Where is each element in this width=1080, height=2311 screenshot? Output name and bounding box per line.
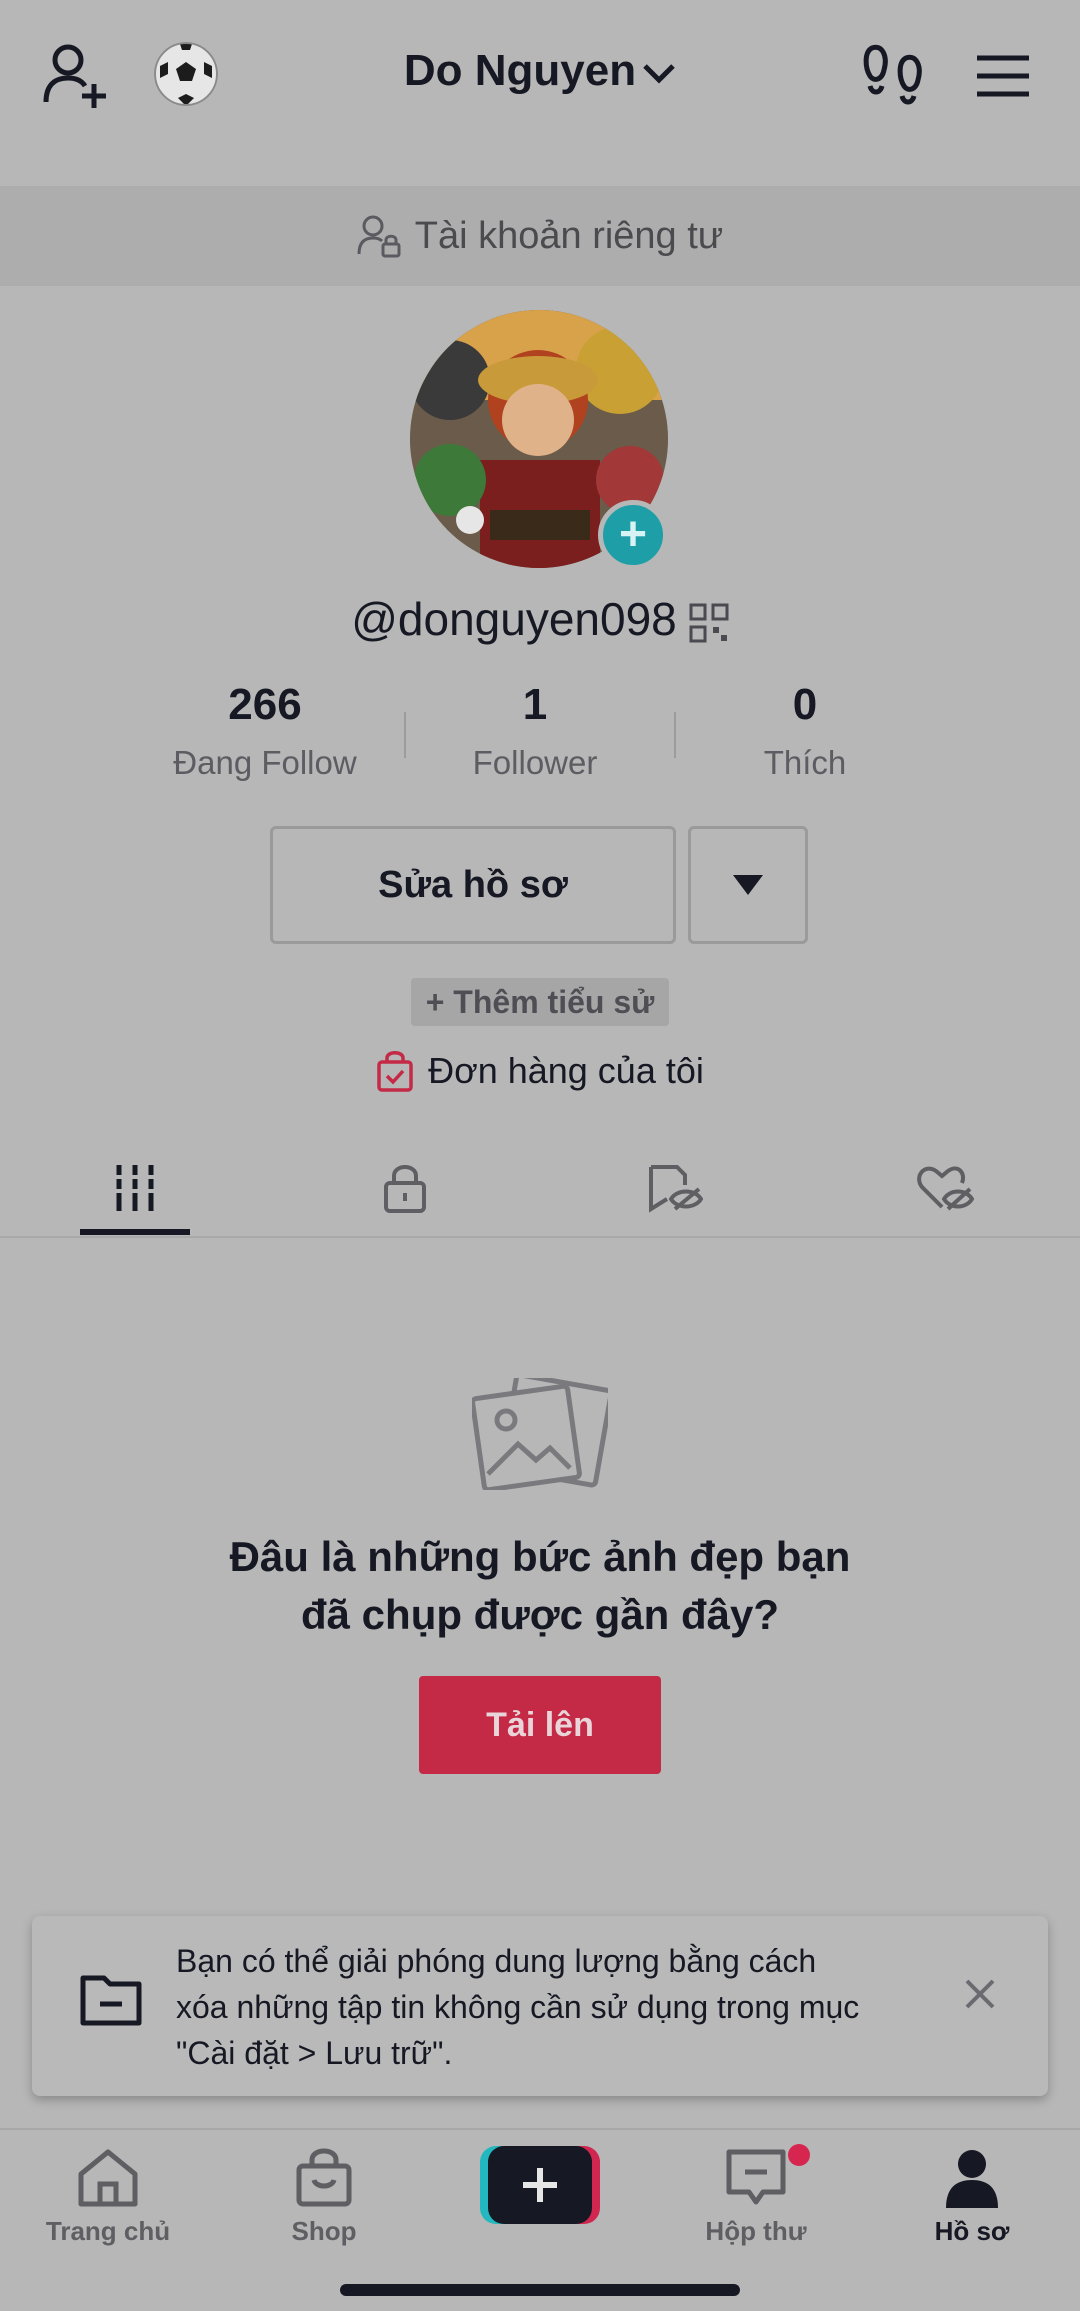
stat-divider: [674, 712, 676, 758]
my-orders-link[interactable]: Đơn hàng của tôi: [0, 1046, 1080, 1096]
nav-inbox[interactable]: Hộp thư: [656, 2148, 856, 2247]
add-avatar-button[interactable]: +: [598, 500, 668, 570]
empty-state-line-1: Đâu là những bức ảnh đẹp bạn: [229, 1533, 851, 1580]
top-bar: Do Nguyen: [0, 0, 1080, 150]
toast-line-1: Bạn có thể giải phóng dung lượng bằng cá…: [176, 1943, 817, 1979]
upload-button[interactable]: Tải lên: [419, 1676, 661, 1774]
nav-home-label: Trang chủ: [45, 2216, 171, 2246]
profile-handle-row: @donguyen098: [0, 592, 1080, 646]
tabs-divider: [0, 1236, 1080, 1238]
stat-likes[interactable]: 0 Thích: [670, 680, 940, 790]
private-account-banner: Tài khoản riêng tư: [0, 186, 1080, 286]
stat-followers[interactable]: 1 Follower: [400, 680, 670, 790]
tab-hidden[interactable]: [540, 1140, 810, 1236]
photos-icon: [472, 1378, 608, 1490]
nav-profile[interactable]: Hồ sơ: [872, 2148, 1072, 2247]
caret-down-icon: [733, 875, 763, 895]
private-account-text: Tài khoản riêng tư: [414, 214, 724, 257]
nav-profile-label: Hồ sơ: [934, 2216, 1010, 2246]
empty-state-line-2: đã chụp được gần đây?: [301, 1591, 779, 1638]
tab-private[interactable]: [270, 1140, 540, 1236]
empty-state-title: Đâu là những bức ảnh đẹp bạn đã chụp đượ…: [140, 1528, 940, 1644]
toast-message: Bạn có thể giải phóng dung lượng bằng cá…: [176, 1938, 956, 2076]
shopping-bag-icon: [377, 1051, 413, 1092]
stat-value: 0: [792, 680, 818, 729]
stat-divider: [404, 712, 406, 758]
account-name: Do Nguyen: [403, 46, 637, 95]
active-tab-indicator: [80, 1229, 190, 1235]
close-icon[interactable]: [964, 1978, 996, 2010]
nav-shop-label: Shop: [291, 2216, 357, 2246]
my-orders-label: Đơn hàng của tôi: [428, 1050, 704, 1091]
profile-icon: [946, 2150, 998, 2208]
footprints-icon[interactable]: [862, 42, 922, 108]
private-account-icon: [357, 215, 401, 258]
shop-bag-icon: [296, 2148, 352, 2207]
home-indicator: [340, 2284, 740, 2296]
nav-inbox-label: Hộp thư: [705, 2216, 807, 2246]
profile-handle: @donguyen098: [351, 593, 677, 645]
toast-line-2: xóa những tập tin không cần sử dụng tron…: [176, 1989, 860, 2025]
stat-value: 266: [228, 680, 302, 729]
profile-stats: 266 Đang Follow 1 Follower 0 Thích: [130, 680, 940, 790]
tab-videos[interactable]: [0, 1140, 270, 1236]
menu-icon[interactable]: [975, 54, 1031, 98]
chevron-down-icon: [643, 64, 675, 84]
toast-line-3: "Cài đặt > Lưu trữ".: [176, 2035, 453, 2071]
add-bio-button[interactable]: + Thêm tiểu sử: [411, 978, 669, 1026]
stat-label: Đang Follow: [173, 744, 357, 781]
hidden-posts-icon: [649, 1165, 703, 1213]
storage-toast: Bạn có thể giải phóng dung lượng bằng cá…: [32, 1916, 1048, 2096]
tab-liked[interactable]: [810, 1140, 1080, 1236]
nav-shop[interactable]: Shop: [224, 2148, 424, 2247]
content-tabs: [0, 1140, 1080, 1236]
inbox-icon: [726, 2149, 786, 2205]
stat-following[interactable]: 266 Đang Follow: [130, 680, 400, 790]
create-button[interactable]: [480, 2146, 600, 2224]
stat-label: Thích: [763, 744, 847, 781]
grid-videos-icon: [113, 1165, 157, 1211]
lock-icon: [384, 1165, 426, 1213]
nav-home[interactable]: Trang chủ: [8, 2148, 208, 2247]
stat-value: 1: [522, 680, 548, 729]
folder-icon: [80, 1975, 142, 2026]
profile-dropdown-button[interactable]: [688, 826, 808, 944]
stat-label: Follower: [472, 744, 598, 781]
liked-hidden-icon: [917, 1166, 974, 1211]
edit-profile-button[interactable]: Sửa hồ sơ: [270, 826, 676, 944]
notification-badge: [788, 2144, 810, 2166]
qr-code-icon[interactable]: [689, 603, 729, 643]
home-icon: [78, 2149, 138, 2207]
